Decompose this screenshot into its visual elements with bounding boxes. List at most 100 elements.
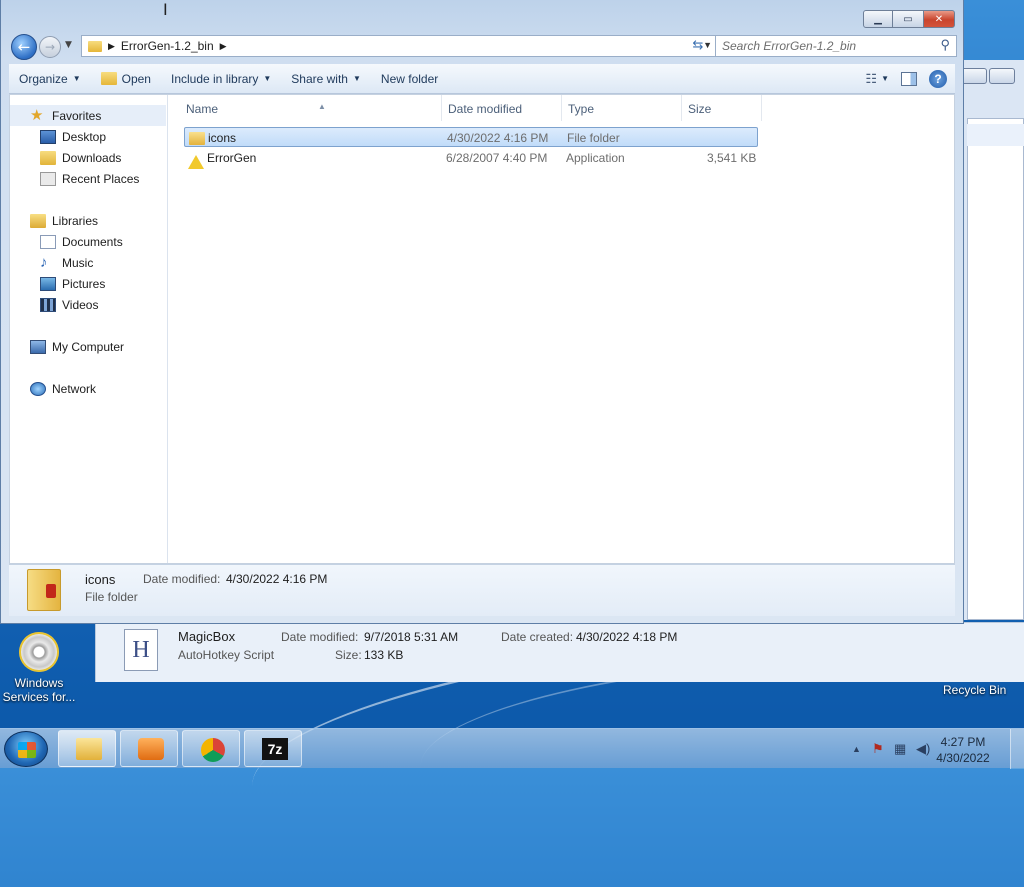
taskbar-media-player-button[interactable]: [120, 730, 178, 767]
file-list[interactable]: Name ▲ Date modified Type Size icons 4/3…: [168, 95, 954, 563]
media-player-icon: [138, 738, 164, 760]
nav-desktop-label: Desktop: [62, 129, 107, 144]
table-row[interactable]: ErrorGen 6/28/2007 4:40 PM Application 3…: [184, 148, 758, 169]
folder-icon: [88, 40, 102, 52]
caption-buttons: ▁ ▭ ✕: [863, 10, 955, 28]
bg-date-created-value: 4/30/2022 4:18 PM: [576, 630, 678, 644]
back-button[interactable]: ←: [11, 34, 37, 60]
nav-videos[interactable]: Videos: [10, 294, 166, 315]
background-minimize-button[interactable]: [961, 68, 987, 84]
nav-desktop[interactable]: Desktop: [10, 126, 166, 147]
include-in-library-button[interactable]: Include in library ▼: [161, 64, 281, 93]
share-with-button[interactable]: Share with ▼: [281, 64, 371, 93]
maximize-button[interactable]: ▭: [893, 10, 923, 28]
navigation-pane[interactable]: ★ Favorites Desktop Downloads Recent Plac…: [10, 95, 168, 563]
view-dropdown-icon[interactable]: ▼: [881, 74, 889, 83]
clock[interactable]: 4:27 PM 4/30/2022: [928, 734, 998, 766]
nav-pictures-label: Pictures: [62, 276, 106, 291]
chrome-icon: [201, 738, 225, 762]
close-button[interactable]: ✕: [923, 10, 955, 28]
background-details-pane: H MagicBox AutoHotkey Script Date modifi…: [95, 622, 1024, 682]
details-type: File folder: [85, 590, 138, 604]
action-center-icon[interactable]: ⚑: [872, 741, 884, 757]
view-options-icon[interactable]: ☷: [865, 71, 877, 87]
nav-music[interactable]: ♪ Music: [10, 252, 166, 273]
include-in-library-label: Include in library: [170, 71, 259, 86]
desktop-icon-windows-services[interactable]: Windows Services for...: [2, 632, 76, 704]
table-row[interactable]: icons 4/30/2022 4:16 PM File folder: [184, 127, 758, 147]
breadcrumb-chevron-icon[interactable]: ▶: [220, 41, 227, 52]
file-type: File folder: [567, 131, 620, 145]
background-maximize-button[interactable]: [989, 68, 1015, 84]
downloads-icon: [40, 150, 56, 165]
explorer-window[interactable]: ▁ ▭ ✕ ← → ▼ ▶ ErrorGen-1.2_bin ▶ ▼ ⇆ Sea…: [0, 0, 964, 624]
nav-network[interactable]: Network: [10, 378, 166, 399]
documents-icon: [40, 234, 56, 249]
bg-file-name: MagicBox: [178, 629, 236, 644]
column-date-label: Date modified: [448, 102, 523, 116]
chevron-down-icon: ▼: [263, 74, 272, 83]
nav-libraries-label: Libraries: [52, 213, 99, 228]
pictures-icon: [40, 276, 56, 291]
desktop-icon: [40, 129, 56, 144]
file-date: 4/30/2022 4:16 PM: [447, 131, 549, 145]
column-header-size[interactable]: Size: [682, 95, 762, 121]
recent-pages-dropdown[interactable]: ▼: [65, 40, 72, 50]
taskbar: 7z ▲ ⚑ ▦ ◀) 4:27 PM 4/30/2022: [0, 728, 1024, 769]
search-icon[interactable]: ⚲: [940, 37, 950, 53]
forward-button[interactable]: →: [39, 36, 61, 58]
background-window-caption-buttons: [961, 68, 1015, 84]
search-input[interactable]: Search ErrorGen-1.2_bin ⚲: [715, 35, 957, 57]
new-folder-button[interactable]: New folder: [371, 64, 448, 93]
recycle-bin-label[interactable]: Recycle Bin: [943, 683, 1006, 697]
refresh-icon: ⇆: [692, 38, 704, 53]
open-button[interactable]: Open: [91, 64, 161, 93]
background-window-content: [967, 118, 1024, 620]
nav-libraries[interactable]: Libraries: [10, 210, 166, 231]
organize-button[interactable]: Organize ▼: [9, 64, 91, 93]
taskbar-chrome-button[interactable]: [182, 730, 240, 767]
close-icon: ✕: [934, 13, 944, 25]
text-cursor-icon: I: [163, 0, 168, 19]
network-tray-icon[interactable]: ▦: [894, 741, 906, 757]
clock-time: 4:27 PM: [940, 735, 986, 749]
search-placeholder: Search ErrorGen-1.2_bin: [722, 39, 857, 53]
file-size: 3,541 KB: [707, 151, 757, 165]
background-window[interactable]: [960, 60, 1024, 620]
file-name: icons: [208, 131, 237, 145]
column-header-type[interactable]: Type: [562, 95, 682, 121]
details-date-label: Date modified:: [143, 572, 221, 586]
sort-ascending-icon: ▲: [318, 102, 326, 111]
network-icon: [30, 381, 46, 396]
taskbar-explorer-button[interactable]: [58, 730, 116, 767]
show-desktop-button[interactable]: [1010, 729, 1024, 769]
videos-icon: [40, 297, 56, 312]
file-date: 6/28/2007 4:40 PM: [446, 151, 548, 165]
nav-pictures[interactable]: Pictures: [10, 273, 166, 294]
file-type: Application: [566, 151, 625, 165]
breadcrumb-current-folder[interactable]: ErrorGen-1.2_bin: [121, 39, 214, 53]
minimize-icon: ▁: [874, 13, 882, 25]
column-header-name[interactable]: Name ▲: [180, 95, 442, 121]
minimize-button[interactable]: ▁: [863, 10, 893, 28]
file-name: ErrorGen: [207, 151, 257, 165]
help-icon[interactable]: ?: [929, 69, 947, 88]
start-button[interactable]: [4, 731, 48, 767]
command-bar: Organize ▼ Open Include in library ▼ Share…: [9, 64, 955, 94]
address-bar[interactable]: ▶ ErrorGen-1.2_bin ▶ ▼: [81, 35, 717, 57]
nav-my-computer-label: My Computer: [52, 339, 125, 354]
breadcrumb-separator-icon[interactable]: ▶: [108, 41, 115, 52]
nav-recent-places[interactable]: Recent Places: [10, 168, 166, 189]
nav-downloads[interactable]: Downloads: [10, 147, 166, 168]
nav-favorites[interactable]: ★ Favorites: [10, 105, 166, 126]
bg-size-label: Size:: [335, 648, 362, 662]
nav-music-label: Music: [62, 255, 94, 270]
show-hidden-icons-icon[interactable]: ▲: [852, 744, 861, 754]
column-header-date-modified[interactable]: Date modified: [442, 95, 562, 121]
nav-my-computer[interactable]: My Computer: [10, 336, 166, 357]
preview-pane-icon[interactable]: [901, 71, 917, 86]
refresh-button[interactable]: ⇆: [685, 35, 711, 57]
taskbar-7zip-button[interactable]: 7z: [244, 730, 302, 767]
nav-documents[interactable]: Documents: [10, 231, 166, 252]
system-tray: ▲ ⚑ ▦ ◀) 4:27 PM 4/30/2022: [834, 729, 1024, 769]
